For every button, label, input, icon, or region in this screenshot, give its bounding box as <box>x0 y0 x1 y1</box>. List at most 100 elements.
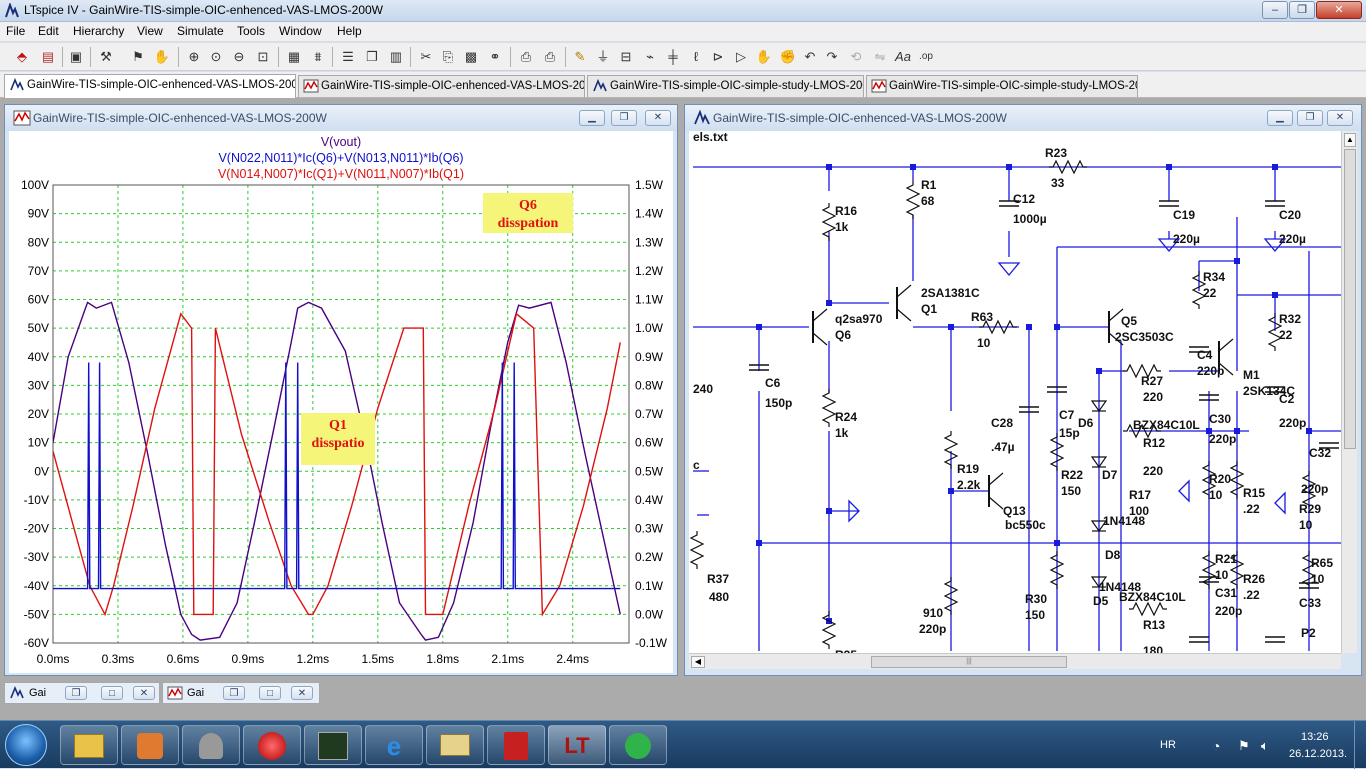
menu-help[interactable]: Help <box>337 24 362 38</box>
draw-wire-icon[interactable]: ✎ <box>570 47 590 67</box>
horizontal-scrollbar[interactable]: ◀ ||| <box>689 653 1341 669</box>
label-net-icon[interactable]: ⊟ <box>616 47 636 67</box>
inductor-icon[interactable]: ℓ <box>686 47 706 67</box>
maximize-button[interactable]: □ <box>101 686 123 700</box>
menu-view[interactable]: View <box>137 24 163 38</box>
capacitor-icon[interactable]: ╪ <box>663 47 683 67</box>
menu-tools[interactable]: Tools <box>237 24 265 38</box>
clock-date[interactable]: 26.12.2013. <box>1289 748 1347 760</box>
scroll-up-arrow[interactable]: ▲ <box>1344 133 1356 147</box>
close-window-icon[interactable]: ▥ <box>386 47 406 67</box>
taskbar-tool-icon[interactable] <box>182 725 240 765</box>
pan-icon[interactable]: ⊙ <box>206 47 226 67</box>
halt-icon[interactable]: ✋ <box>152 47 172 67</box>
restore-button[interactable]: ❐ <box>65 686 87 700</box>
network-icon[interactable]: ◔ <box>1212 738 1220 754</box>
taskbar-oscilloscope-icon[interactable] <box>304 725 362 765</box>
taskbar-explorer-icon[interactable] <box>60 725 118 765</box>
rotate-icon[interactable]: ⟲ <box>846 47 866 67</box>
maximize-button[interactable]: □ <box>259 686 281 700</box>
close-button[interactable]: ✕ <box>291 686 313 700</box>
volume-icon[interactable]: 🔈︎ <box>1261 738 1269 754</box>
waveform-plot[interactable]: V(vout) V(N022,N011)*Ic(Q6)+V(N013,N011)*… <box>9 131 673 673</box>
undo-icon[interactable]: ↶ <box>800 47 820 67</box>
tile-horizontal-icon[interactable]: ☰ <box>338 47 358 67</box>
paste-icon[interactable]: ▩ <box>461 47 481 67</box>
copy-icon[interactable]: ⎘ <box>438 47 458 67</box>
autorange-icon[interactable]: ▦ <box>284 47 304 67</box>
open-file-icon[interactable]: ▤ <box>38 47 58 67</box>
taskbar-ltspice-icon[interactable]: LT <box>548 725 606 765</box>
menu-window[interactable]: Window <box>279 24 322 38</box>
close-button[interactable]: ✕ <box>1327 110 1353 126</box>
zoom-fit-icon[interactable]: ⊡ <box>253 47 273 67</box>
minimized-window-waveform[interactable]: Gai ❐ □ ✕ <box>162 682 320 704</box>
cascade-icon[interactable]: ❐ <box>362 47 382 67</box>
menu-hierarchy[interactable]: Hierarchy <box>73 24 124 38</box>
close-button[interactable]: ✕ <box>645 110 671 126</box>
zoom-out-icon[interactable]: ⊖ <box>229 47 249 67</box>
scroll-left-arrow[interactable]: ◀ <box>691 656 705 668</box>
zoom-in-icon[interactable]: ⊕ <box>184 47 204 67</box>
taskbar-antivirus-icon[interactable] <box>243 725 301 765</box>
print-setup-icon[interactable]: ⎙ <box>516 47 536 67</box>
y-left-tick-label: 40V <box>28 350 49 364</box>
tab-waveform-enhenced[interactable]: GainWire-TIS-simple-OIC-enhenced-VAS-LMO… <box>298 75 585 97</box>
junction <box>910 164 916 170</box>
clock-time[interactable]: 13:26 <box>1301 731 1329 743</box>
menu-edit[interactable]: Edit <box>38 24 59 38</box>
tab-waveform-study[interactable]: GainWire-TIS-simple-OIC-simple-study-LMO… <box>866 75 1138 97</box>
diode-icon[interactable]: ⊳ <box>708 47 728 67</box>
start-button[interactable] <box>5 724 47 766</box>
minimize-button[interactable]: ▁ <box>1267 110 1293 126</box>
component-label: D7 <box>1102 468 1118 482</box>
taskbar-pdf-icon[interactable] <box>487 725 545 765</box>
vertical-scroll-thumb[interactable] <box>1344 149 1356 449</box>
taskbar-green-app-icon[interactable] <box>609 725 667 765</box>
run-icon[interactable]: ⚑ <box>128 47 148 67</box>
action-center-icon[interactable]: ⚑ <box>1238 738 1250 754</box>
trace-label[interactable]: V(vout) <box>321 135 361 149</box>
cut-icon[interactable]: ✂ <box>416 47 436 67</box>
restore-button[interactable]: ❐ <box>611 110 637 126</box>
ground-icon[interactable]: ⏚ <box>593 47 613 67</box>
language-indicator[interactable]: HR <box>1160 739 1176 751</box>
text-icon[interactable]: Aa <box>893 47 913 67</box>
component-icon[interactable]: ▷ <box>731 47 751 67</box>
taskbar-mail-icon[interactable] <box>426 725 484 765</box>
tab-schematic-enhenced[interactable]: GainWire-TIS-simple-OIC-enhenced-VAS-LMO… <box>4 74 296 98</box>
mirror-icon[interactable]: ⇋ <box>870 47 890 67</box>
restore-button[interactable]: ❐ <box>223 686 245 700</box>
add-trace-icon[interactable]: ⩩ <box>308 47 328 67</box>
component-label: 68 <box>921 194 935 208</box>
minimize-button[interactable]: ‒ <box>1262 1 1288 19</box>
schematic-canvas[interactable]: R23 33 R1 68 C12 1000µ C19 220µ C20 220µ R16 1k R34 2… <box>689 131 1341 653</box>
component-label: R20 <box>1209 472 1231 486</box>
control-panel-icon[interactable]: ⚒ <box>96 47 116 67</box>
horizontal-scroll-thumb[interactable]: ||| <box>871 656 1067 668</box>
drag-icon[interactable]: ✊ <box>778 47 798 67</box>
resistor-icon[interactable]: ⌁ <box>640 47 660 67</box>
print-icon[interactable]: ⎙ <box>540 47 560 67</box>
taskbar-ie-icon[interactable]: e <box>365 725 423 765</box>
spice-directive-icon[interactable]: .op <box>916 47 936 67</box>
minimize-button[interactable]: ▁ <box>579 110 605 126</box>
menu-file[interactable]: File <box>6 24 25 38</box>
close-button[interactable]: ✕ <box>1316 1 1362 19</box>
show-desktop-button[interactable] <box>1354 721 1366 769</box>
close-button[interactable]: ✕ <box>133 686 155 700</box>
find-icon[interactable]: ⚭ <box>485 47 505 67</box>
menu-simulate[interactable]: Simulate <box>177 24 224 38</box>
trace-label[interactable]: V(N022,N011)*Ic(Q6)+V(N013,N011)*Ib(Q6) <box>218 151 463 165</box>
minimized-window-schematic[interactable]: Gai ❐ □ ✕ <box>4 682 160 704</box>
maximize-button[interactable]: ❐ <box>1289 1 1315 19</box>
save-icon[interactable]: ▣ <box>66 47 86 67</box>
vertical-scrollbar[interactable]: ▲ <box>1341 131 1357 653</box>
tab-schematic-study[interactable]: GainWire-TIS-simple-OIC-simple-study-LMO… <box>587 75 864 97</box>
move-icon[interactable]: ✋ <box>754 47 774 67</box>
taskbar-control-panel-icon[interactable] <box>121 725 179 765</box>
open-schematic-icon[interactable]: ⬘ <box>12 47 32 67</box>
restore-button[interactable]: ❐ <box>1297 110 1323 126</box>
trace-label[interactable]: V(N014,N007)*Ic(Q1)+V(N011,N007)*Ib(Q1) <box>218 167 464 181</box>
redo-icon[interactable]: ↷ <box>822 47 842 67</box>
